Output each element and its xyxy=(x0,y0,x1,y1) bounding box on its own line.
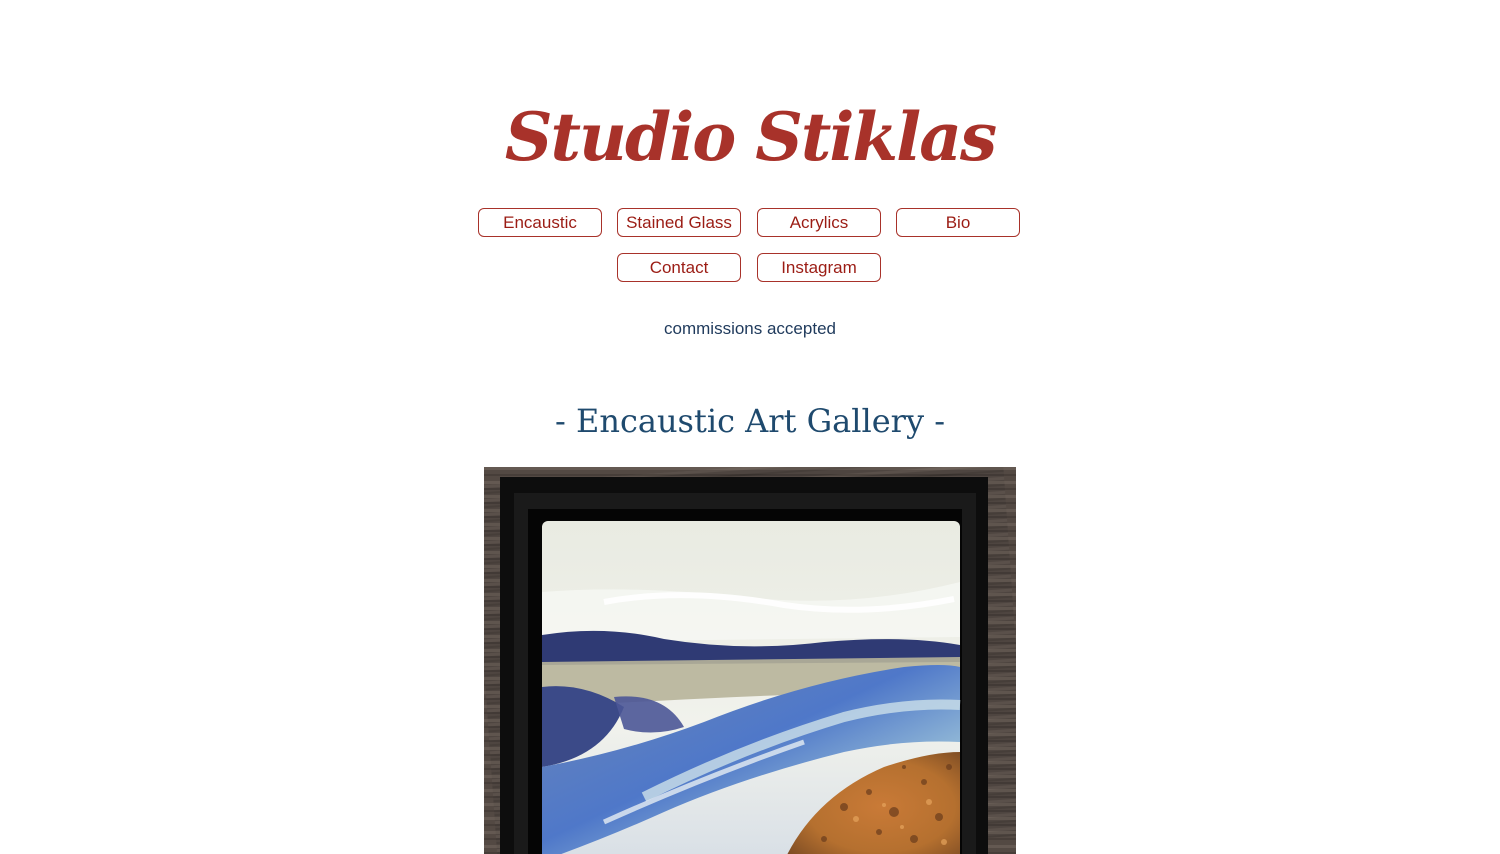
nav-button-encaustic[interactable]: Encaustic xyxy=(478,208,602,237)
commissions-tagline: commissions accepted xyxy=(664,319,836,338)
nav-button-bio[interactable]: Bio xyxy=(896,208,1020,237)
gallery-heading: - Encaustic Art Gallery - xyxy=(554,402,945,440)
nav-button-instagram[interactable]: Instagram xyxy=(757,253,881,282)
site-title: Studio Stiklas xyxy=(504,98,997,176)
encaustic-artwork-image[interactable] xyxy=(484,467,1016,854)
nav-button-stained-glass[interactable]: Stained Glass xyxy=(617,208,741,237)
nav-button-acrylics[interactable]: Acrylics xyxy=(757,208,881,237)
nav-button-contact[interactable]: Contact xyxy=(617,253,741,282)
